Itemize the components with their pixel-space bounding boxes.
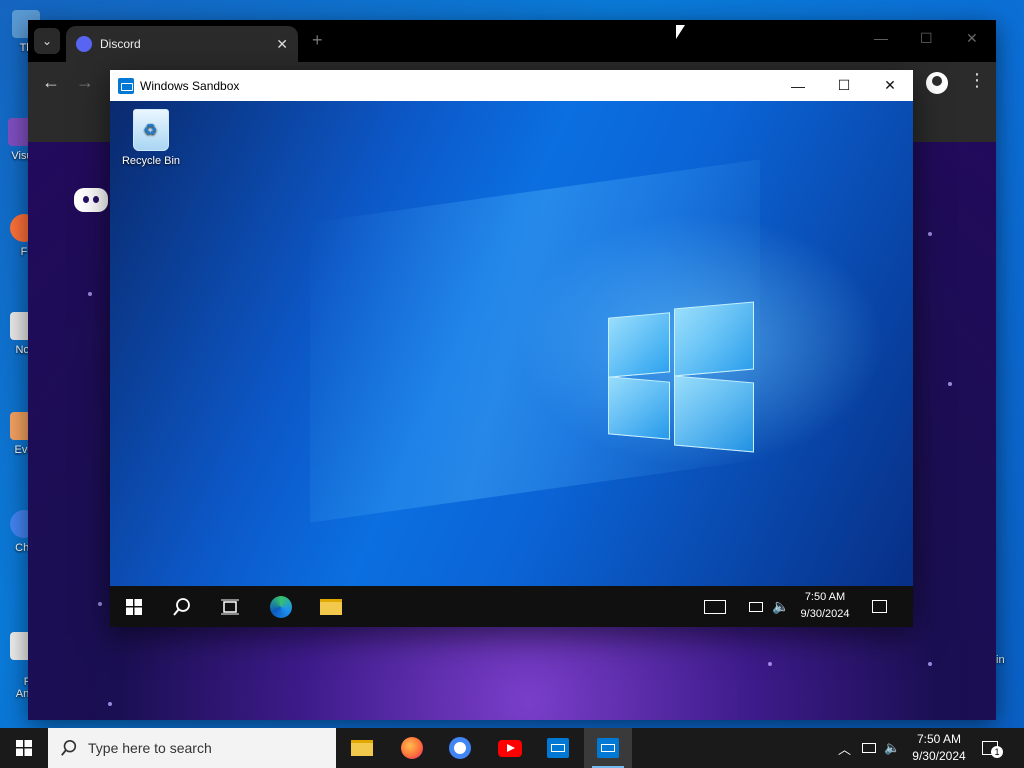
show-hidden-icons-button[interactable]: ︿	[838, 728, 851, 768]
network-icon	[749, 601, 763, 612]
notification-icon	[871, 600, 887, 613]
start-button[interactable]	[0, 728, 48, 768]
notification-count-badge: 1	[991, 746, 1003, 758]
chrome-icon	[449, 737, 471, 759]
sandbox-network-icon[interactable]	[746, 586, 766, 627]
taskbar-windows-sandbox-active[interactable]	[584, 728, 632, 768]
tab-strip: ⌄ Discord ✕ + — ☐ ✕	[28, 20, 996, 62]
windows-sandbox-icon	[597, 738, 619, 758]
sandbox-close-button[interactable]: ✕	[867, 70, 913, 101]
sandbox-minimize-button[interactable]: —	[775, 70, 821, 101]
sandbox-start-button[interactable]	[118, 586, 150, 627]
windows-start-icon	[126, 598, 142, 615]
sandbox-task-view-button[interactable]	[214, 586, 246, 627]
sandbox-clock[interactable]: 7:50 AM 9/30/2024	[796, 589, 854, 623]
sandbox-window-title: Windows Sandbox	[140, 78, 240, 93]
speaker-muted-icon: 🔈	[884, 740, 901, 755]
windows-start-icon	[16, 740, 32, 756]
taskbar-clock[interactable]: 7:50 AM 9/30/2024	[904, 731, 974, 765]
windows-sandbox-icon	[118, 77, 134, 94]
sandbox-taskbar: 🔈 7:50 AM 9/30/2024	[110, 586, 913, 627]
sandbox-desktop: Recycle Bin	[110, 101, 913, 586]
host-taskbar: Type here to search ︿ 🔈 7:50 AM 9/30/202…	[0, 728, 1024, 768]
chevron-down-icon: ⌄	[41, 34, 53, 48]
sandbox-maximize-button[interactable]: ☐	[821, 70, 867, 101]
network-icon	[862, 743, 876, 753]
taskbar-date: 9/30/2024	[912, 749, 966, 763]
firefox-icon	[401, 737, 423, 759]
forward-button[interactable]: →	[76, 72, 94, 93]
windows-logo-wallpaper	[608, 301, 756, 453]
taskbar-windows-sandbox[interactable]	[534, 728, 582, 768]
chevron-up-icon: ︿	[838, 741, 852, 757]
network-status-button[interactable]	[862, 728, 876, 768]
notification-icon: 1	[982, 741, 1003, 758]
recycle-bin-icon	[133, 109, 169, 151]
profile-icon[interactable]	[926, 72, 948, 94]
volume-button[interactable]: 🔈	[884, 728, 900, 768]
sandbox-file-explorer-button[interactable]	[314, 586, 348, 627]
desktop-right-label: in	[996, 654, 1005, 666]
recycle-bin-shortcut[interactable]: Recycle Bin	[116, 109, 186, 167]
mouse-cursor-icon	[676, 25, 685, 39]
sandbox-news-button[interactable]	[700, 586, 730, 627]
folder-icon	[351, 740, 373, 756]
windows-sandbox-icon	[547, 738, 569, 758]
folder-icon	[320, 598, 342, 615]
tab-close-icon[interactable]: ✕	[276, 36, 288, 53]
taskbar-chrome[interactable]	[436, 728, 484, 768]
tab-search-button[interactable]: ⌄	[34, 28, 60, 54]
edge-icon	[270, 595, 292, 618]
sandbox-date: 9/30/2024	[800, 608, 850, 620]
close-button[interactable]: ✕	[966, 30, 978, 47]
menu-button[interactable]: ⋮	[968, 70, 986, 91]
recycle-bin-label: Recycle Bin	[121, 155, 181, 167]
sandbox-action-center-button[interactable]	[866, 586, 892, 627]
sandbox-time: 7:50 AM	[804, 591, 846, 603]
search-icon	[61, 739, 77, 756]
discord-favicon-icon	[76, 36, 92, 52]
tab-discord[interactable]: Discord ✕	[66, 26, 298, 62]
taskbar-youtube[interactable]	[486, 728, 534, 768]
news-icon	[704, 599, 726, 614]
youtube-icon	[498, 739, 522, 757]
back-button[interactable]: ←	[42, 72, 60, 93]
new-tab-button[interactable]: +	[312, 30, 323, 51]
maximize-button[interactable]: ☐	[920, 30, 933, 47]
search-placeholder: Type here to search	[88, 740, 212, 756]
taskbar-firefox[interactable]	[388, 728, 436, 768]
search-icon	[173, 597, 190, 616]
action-center-button[interactable]: 1	[982, 728, 1003, 768]
tab-title: Discord	[100, 37, 141, 51]
minimize-button[interactable]: —	[874, 30, 888, 46]
task-view-icon	[221, 599, 239, 614]
sandbox-search-button[interactable]	[166, 586, 198, 627]
taskbar-search-input[interactable]: Type here to search	[48, 728, 336, 768]
sandbox-edge-button[interactable]	[264, 586, 298, 627]
discord-logo-icon[interactable]	[74, 188, 108, 212]
taskbar-time: 7:50 AM	[916, 732, 962, 746]
sandbox-title-bar[interactable]: Windows Sandbox — ☐ ✕	[110, 70, 913, 101]
sandbox-volume-icon[interactable]: 🔈	[770, 586, 792, 627]
taskbar-file-explorer[interactable]	[338, 728, 386, 768]
speaker-icon: 🔈	[772, 598, 790, 614]
windows-sandbox-window: Windows Sandbox — ☐ ✕ Recycle Bin	[110, 70, 913, 627]
desktop-icon-label: F	[20, 246, 28, 258]
